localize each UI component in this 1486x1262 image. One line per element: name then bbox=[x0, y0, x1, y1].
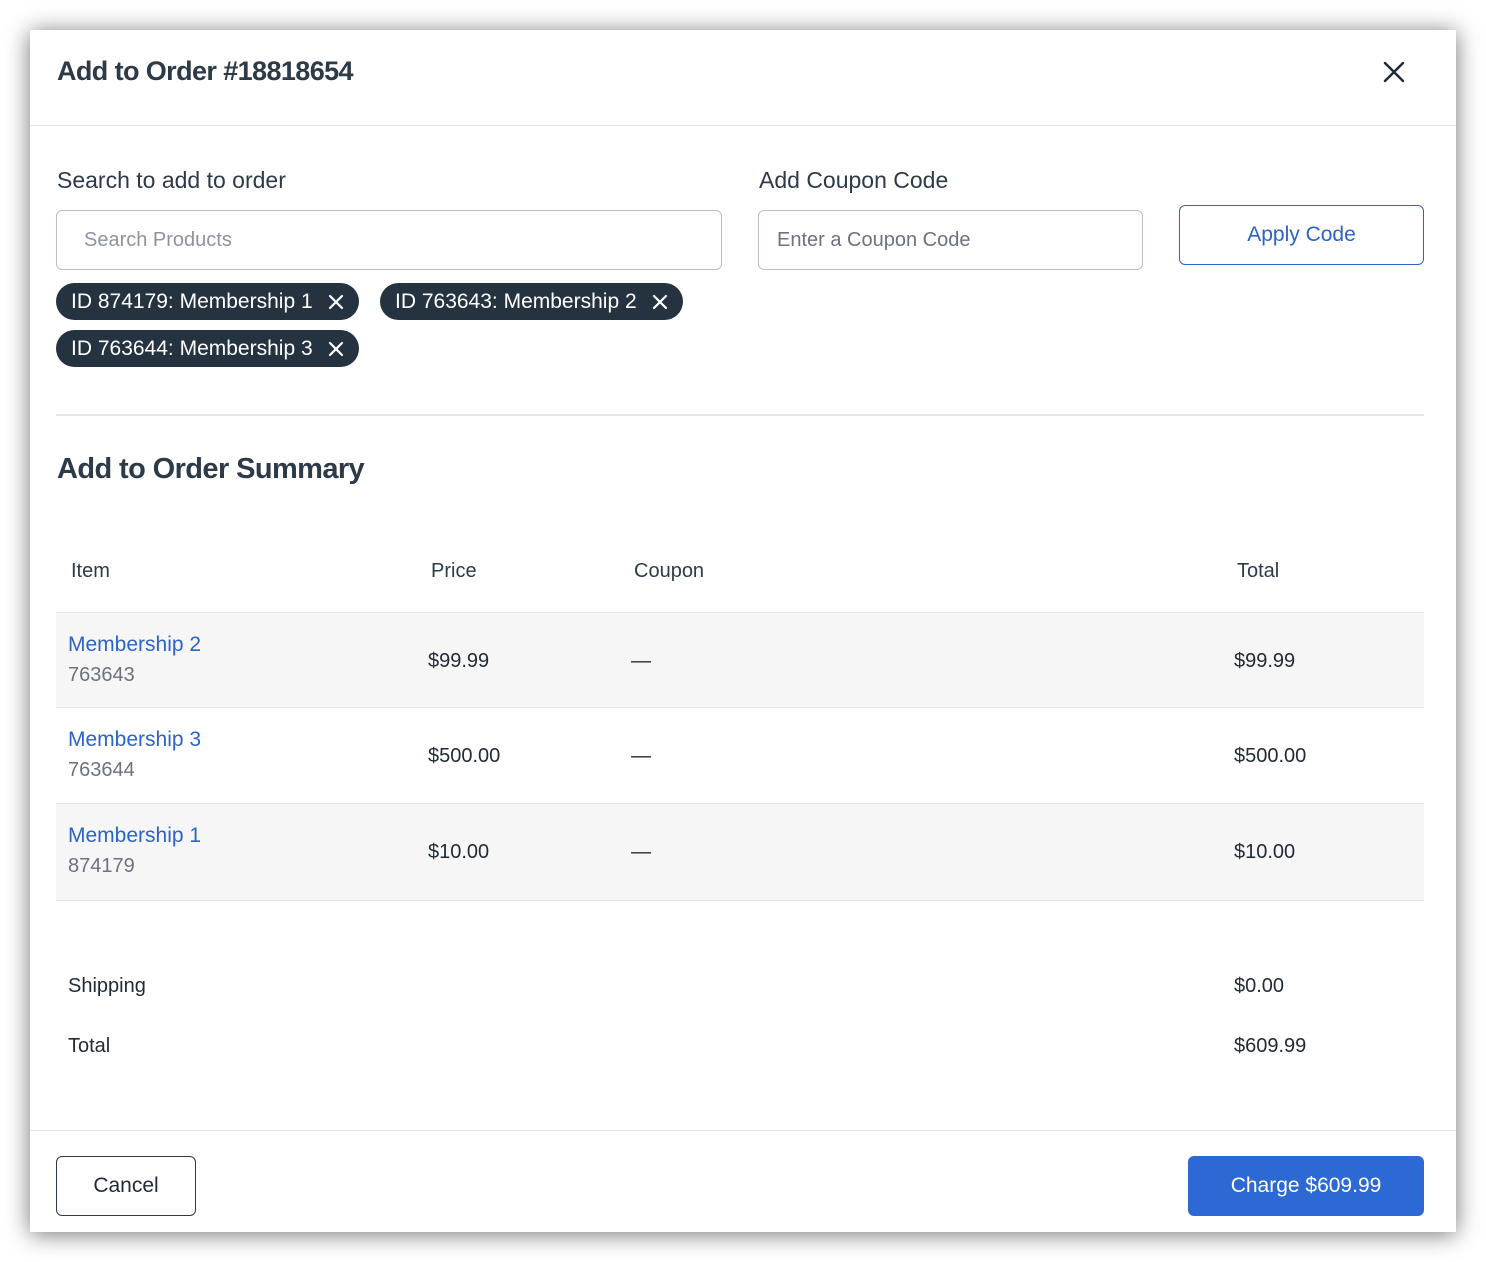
item-price: $500.00 bbox=[428, 745, 501, 767]
item-id: 763644 bbox=[68, 759, 135, 781]
close-icon bbox=[1383, 61, 1405, 83]
shipping-label: Shipping bbox=[68, 975, 146, 997]
remove-chip-button[interactable] bbox=[325, 291, 347, 313]
close-icon bbox=[652, 294, 667, 309]
item-total: $500.00 bbox=[1234, 745, 1307, 767]
item-price: $10.00 bbox=[428, 841, 490, 863]
table-row: Membership 1 874179 $10.00 — $10.00 bbox=[56, 804, 1424, 901]
item-name-link[interactable]: Membership 1 bbox=[68, 824, 201, 848]
summary-title: Add to Order Summary bbox=[57, 453, 365, 485]
table-row: Membership 2 763643 $99.99 — $99.99 bbox=[56, 612, 1424, 708]
chip-label: ID 763643: Membership 2 bbox=[395, 289, 637, 313]
item-name-link[interactable]: Membership 3 bbox=[68, 728, 201, 752]
search-products-input[interactable] bbox=[56, 210, 722, 270]
close-icon bbox=[328, 341, 343, 356]
column-header-item: Item bbox=[71, 560, 110, 582]
apply-code-button[interactable]: Apply Code bbox=[1179, 205, 1424, 265]
item-coupon: — bbox=[631, 745, 651, 767]
item-coupon: — bbox=[631, 841, 651, 863]
table-row: Membership 3 763644 $500.00 — $500.00 bbox=[56, 708, 1424, 804]
cancel-button[interactable]: Cancel bbox=[56, 1156, 196, 1216]
charge-button[interactable]: Charge $609.99 bbox=[1188, 1156, 1424, 1216]
column-header-coupon: Coupon bbox=[634, 560, 705, 582]
chip-label: ID 874179: Membership 1 bbox=[71, 289, 313, 313]
chip-label: ID 763644: Membership 3 bbox=[71, 336, 313, 360]
item-id: 874179 bbox=[68, 855, 135, 877]
selected-product-chip: ID 874179: Membership 1 bbox=[56, 283, 359, 320]
modal-footer: Cancel Charge $609.99 bbox=[30, 1130, 1456, 1232]
item-total: $10.00 bbox=[1234, 841, 1296, 863]
section-divider bbox=[56, 414, 1424, 416]
coupon-code-input[interactable] bbox=[758, 210, 1143, 270]
item-price: $99.99 bbox=[428, 650, 490, 672]
column-header-price: Price bbox=[431, 560, 477, 582]
close-icon bbox=[328, 294, 343, 309]
shipping-value: $0.00 bbox=[1234, 975, 1285, 997]
selected-product-chip: ID 763644: Membership 3 bbox=[56, 330, 359, 367]
remove-chip-button[interactable] bbox=[649, 291, 671, 313]
item-total: $99.99 bbox=[1234, 650, 1296, 672]
total-value: $609.99 bbox=[1234, 1035, 1307, 1057]
search-label: Search to add to order bbox=[57, 167, 286, 193]
item-name-link[interactable]: Membership 2 bbox=[68, 633, 201, 657]
modal-header: Add to Order #18818654 bbox=[30, 30, 1456, 126]
remove-chip-button[interactable] bbox=[325, 338, 347, 360]
selected-product-chip: ID 763643: Membership 2 bbox=[380, 283, 683, 320]
modal-title: Add to Order #18818654 bbox=[57, 56, 354, 86]
coupon-label: Add Coupon Code bbox=[759, 167, 949, 193]
close-button[interactable] bbox=[1378, 56, 1410, 88]
column-header-total: Total bbox=[1237, 560, 1280, 582]
item-coupon: — bbox=[631, 650, 651, 672]
total-label: Total bbox=[68, 1035, 111, 1057]
add-to-order-modal: Add to Order #18818654 Search to add to … bbox=[30, 30, 1456, 1232]
item-id: 763643 bbox=[68, 664, 135, 686]
